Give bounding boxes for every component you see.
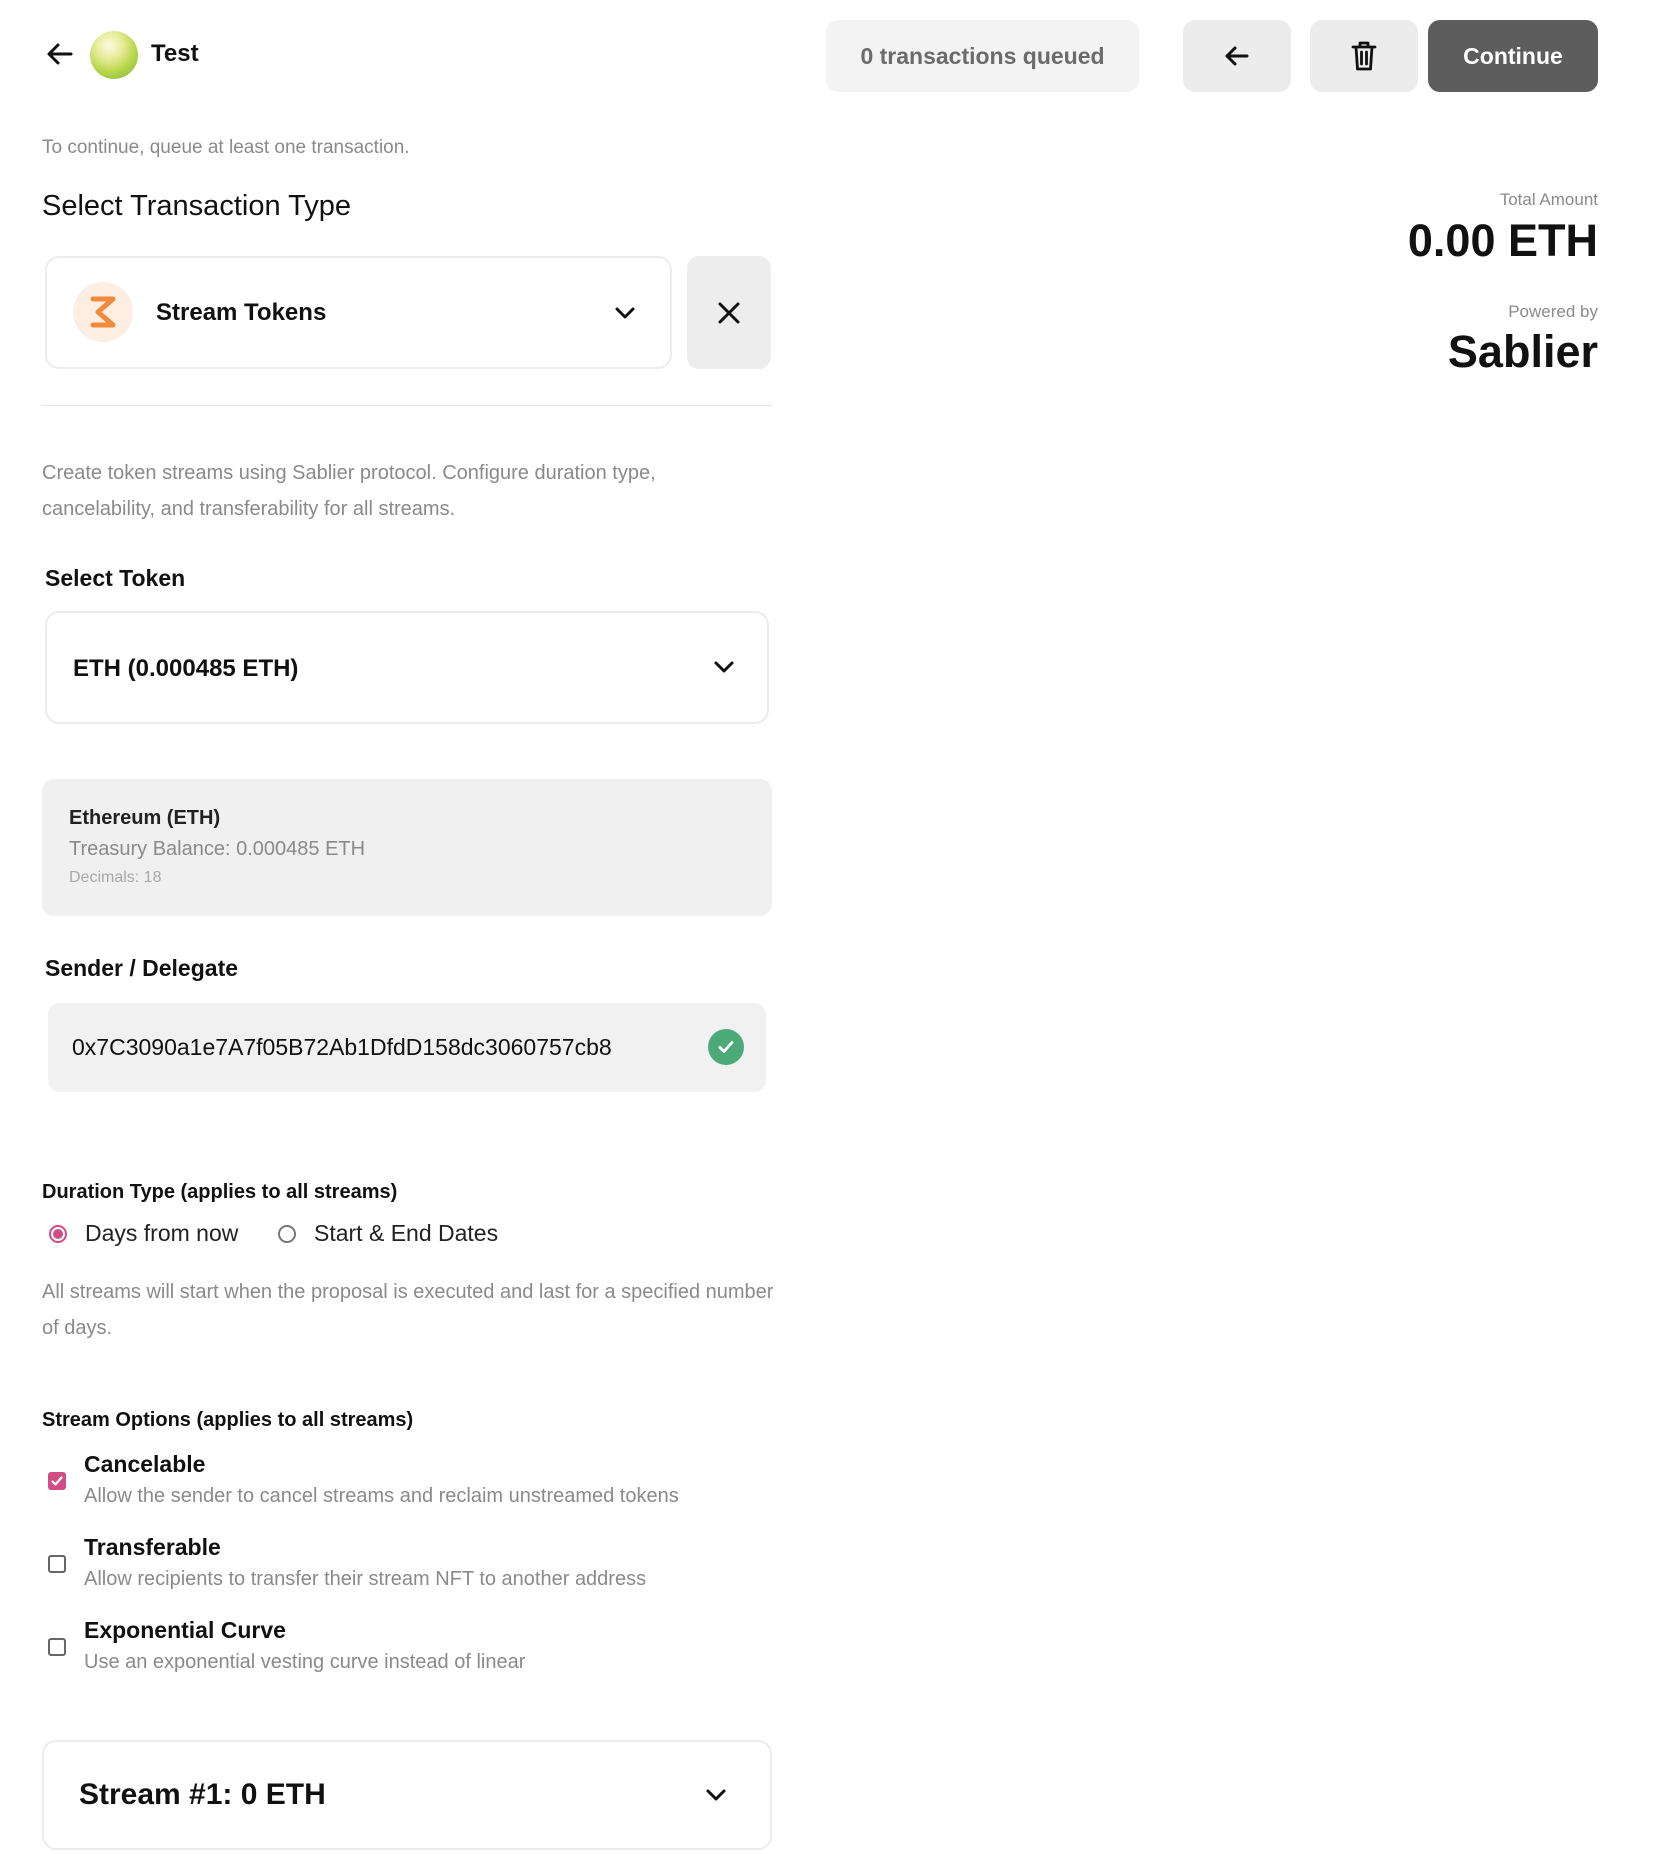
sender-label: Sender / Delegate bbox=[45, 955, 239, 981]
dao-avatar bbox=[90, 31, 138, 79]
back-arrow-icon[interactable] bbox=[44, 38, 76, 70]
sablier-logo-icon bbox=[73, 282, 133, 342]
chevron-down-icon bbox=[706, 1789, 726, 1801]
delete-button[interactable] bbox=[1310, 20, 1418, 92]
section-title: Select Transaction Type bbox=[42, 190, 351, 222]
stream-card[interactable]: Stream #1: 0 ETH bbox=[42, 1740, 772, 1850]
stream-title: Stream #1: 0 ETH bbox=[79, 1778, 326, 1811]
transferable-title: Transferable bbox=[84, 1534, 221, 1560]
chevron-down-icon bbox=[714, 661, 734, 673]
check-circle-icon bbox=[708, 1029, 744, 1065]
token-select[interactable]: ETH (0.000485 ETH) bbox=[45, 611, 769, 724]
duration-option-label: Days from now bbox=[85, 1220, 239, 1246]
radio-start-end-dates[interactable] bbox=[278, 1224, 296, 1243]
exponential-curve-description: Use an exponential vesting curve instead… bbox=[84, 1651, 526, 1673]
token-decimals: Decimals: 18 bbox=[69, 869, 162, 886]
exponential-curve-title: Exponential Curve bbox=[84, 1617, 286, 1643]
stream-options-label: Stream Options (applies to all streams) bbox=[42, 1409, 414, 1431]
transaction-description: Create token streams using Sablier proto… bbox=[42, 462, 656, 520]
continue-button[interactable]: Continue bbox=[1428, 20, 1598, 92]
trash-icon bbox=[1351, 41, 1377, 71]
powered-by-value: Sablier bbox=[1447, 326, 1598, 377]
sender-address-value: 0x7C3090a1e7A7f05B72Ab1DfdD158dc3060757c… bbox=[72, 1034, 612, 1060]
select-token-label: Select Token bbox=[45, 565, 186, 591]
token-info-card: Ethereum (ETH) Treasury Balance: 0.00048… bbox=[42, 779, 772, 916]
duration-option-dates[interactable]: Start & End Dates bbox=[278, 1220, 498, 1247]
total-amount-value: 0.00 ETH bbox=[1407, 215, 1598, 266]
radio-days-from-now[interactable] bbox=[49, 1224, 67, 1243]
duration-option-label: Start & End Dates bbox=[314, 1220, 499, 1246]
queue-hint: To continue, queue at least one transact… bbox=[42, 137, 410, 158]
dao-name: Test bbox=[151, 40, 199, 67]
cancelable-title: Cancelable bbox=[84, 1451, 206, 1477]
chevron-down-icon bbox=[615, 307, 635, 319]
transferable-checkbox[interactable] bbox=[48, 1555, 66, 1573]
clear-transaction-type-button[interactable] bbox=[687, 256, 771, 369]
cancelable-checkbox[interactable] bbox=[48, 1472, 66, 1490]
cancelable-description: Allow the sender to cancel streams and r… bbox=[84, 1485, 679, 1507]
transactions-queued-badge: 0 transactions queued bbox=[826, 20, 1139, 92]
token-name: Ethereum (ETH) bbox=[69, 807, 221, 829]
powered-by-label: Powered by bbox=[1508, 302, 1598, 321]
divider bbox=[42, 405, 772, 406]
transferable-description: Allow recipients to transfer their strea… bbox=[84, 1568, 647, 1590]
treasury-balance: Treasury Balance: 0.000485 ETH bbox=[69, 838, 366, 860]
duration-type-label: Duration Type (applies to all streams) bbox=[42, 1181, 398, 1203]
token-select-value: ETH (0.000485 ETH) bbox=[73, 655, 299, 682]
arrow-left-icon bbox=[1225, 46, 1249, 66]
transaction-type-label: Stream Tokens bbox=[156, 299, 327, 326]
previous-button[interactable] bbox=[1183, 20, 1291, 92]
duration-option-days[interactable]: Days from now bbox=[49, 1220, 238, 1247]
sender-address-field[interactable]: 0x7C3090a1e7A7f05B72Ab1DfdD158dc3060757c… bbox=[48, 1003, 766, 1092]
close-icon bbox=[718, 302, 740, 323]
transaction-type-select[interactable]: Stream Tokens bbox=[45, 256, 672, 369]
duration-description: All streams will start when the proposal… bbox=[42, 1281, 774, 1339]
total-amount-label: Total Amount bbox=[1499, 190, 1598, 209]
exponential-curve-checkbox[interactable] bbox=[48, 1638, 66, 1656]
